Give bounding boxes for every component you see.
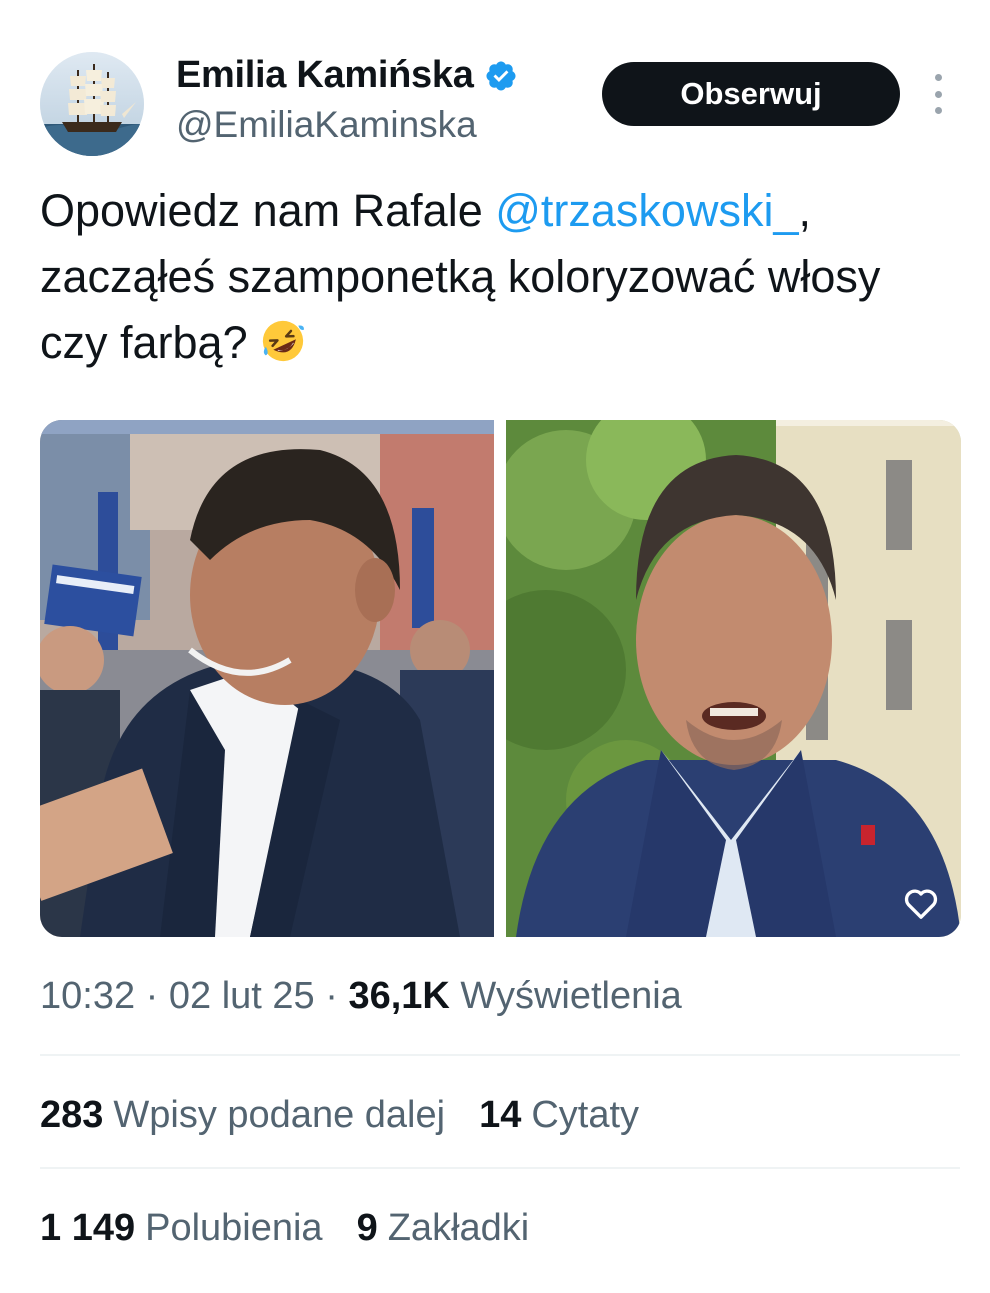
more-dot (934, 107, 942, 114)
meta-separator: · (325, 975, 338, 1017)
mention-link[interactable]: @trzaskowski_ (495, 185, 798, 236)
bookmarks-label: Zakładki (387, 1207, 530, 1249)
heart-icon[interactable] (901, 883, 941, 923)
photo-left[interactable] (40, 420, 494, 937)
author-name[interactable]: Emilia Kamińska (176, 54, 474, 97)
views-count: 36,1K (348, 975, 450, 1017)
tweet-time[interactable]: 10:32 (40, 975, 135, 1017)
man-speaking-outdoors-photo (506, 420, 961, 937)
divider (40, 1054, 960, 1056)
quotes-stat[interactable]: 14 Cytaty (479, 1094, 639, 1137)
tweet-text: Opowiedz nam Rafale @trzaskowski_, zaczą… (40, 178, 940, 376)
stats-row-shares: 283 Wpisy podane dalej 14 Cytaty (40, 1094, 639, 1137)
views-label: Wyświetlenia (460, 975, 682, 1017)
rolling-laughing-emoji-icon (262, 320, 304, 362)
tweet-header: Emilia Kamińska @EmiliaKaminska Obserwuj (40, 48, 960, 158)
follow-button[interactable]: Obserwuj (602, 62, 900, 126)
verified-badge-icon (486, 60, 516, 91)
reposts-stat[interactable]: 283 Wpisy podane dalej (40, 1094, 445, 1137)
reposts-count: 283 (40, 1094, 104, 1136)
avatar[interactable] (40, 52, 144, 156)
meta-separator: · (145, 975, 159, 1017)
stats-row-likes: 1 149 Polubienia 9 Zakładki (40, 1207, 529, 1250)
likes-stat[interactable]: 1 149 Polubienia (40, 1207, 323, 1250)
bookmarks-stat[interactable]: 9 Zakładki (357, 1207, 530, 1250)
man-smiling-profile-photo (40, 420, 494, 937)
likes-count: 1 149 (40, 1207, 136, 1249)
photo-right[interactable] (506, 420, 961, 937)
reposts-label: Wpisy podane dalej (113, 1094, 446, 1136)
quotes-count: 14 (479, 1094, 522, 1136)
quotes-label: Cytaty (531, 1094, 640, 1136)
tweet-media[interactable] (40, 420, 961, 937)
divider (40, 1167, 960, 1169)
tweet-meta: 10:32 · 02 lut 25 · 36,1K Wyświetlenia (40, 975, 682, 1018)
tweet-text-part: Opowiedz nam Rafale (40, 185, 496, 236)
likes-label: Polubienia (145, 1207, 323, 1249)
author-name-row[interactable]: Emilia Kamińska (176, 54, 518, 97)
more-options-icon[interactable] (928, 74, 948, 114)
more-dot (934, 74, 942, 81)
more-dot (934, 90, 942, 98)
tweet-date[interactable]: 02 lut 25 (169, 975, 315, 1017)
bookmarks-count: 9 (356, 1207, 378, 1249)
author-handle[interactable]: @EmiliaKaminska (176, 104, 477, 146)
sailing-ship-avatar-image (40, 52, 144, 156)
